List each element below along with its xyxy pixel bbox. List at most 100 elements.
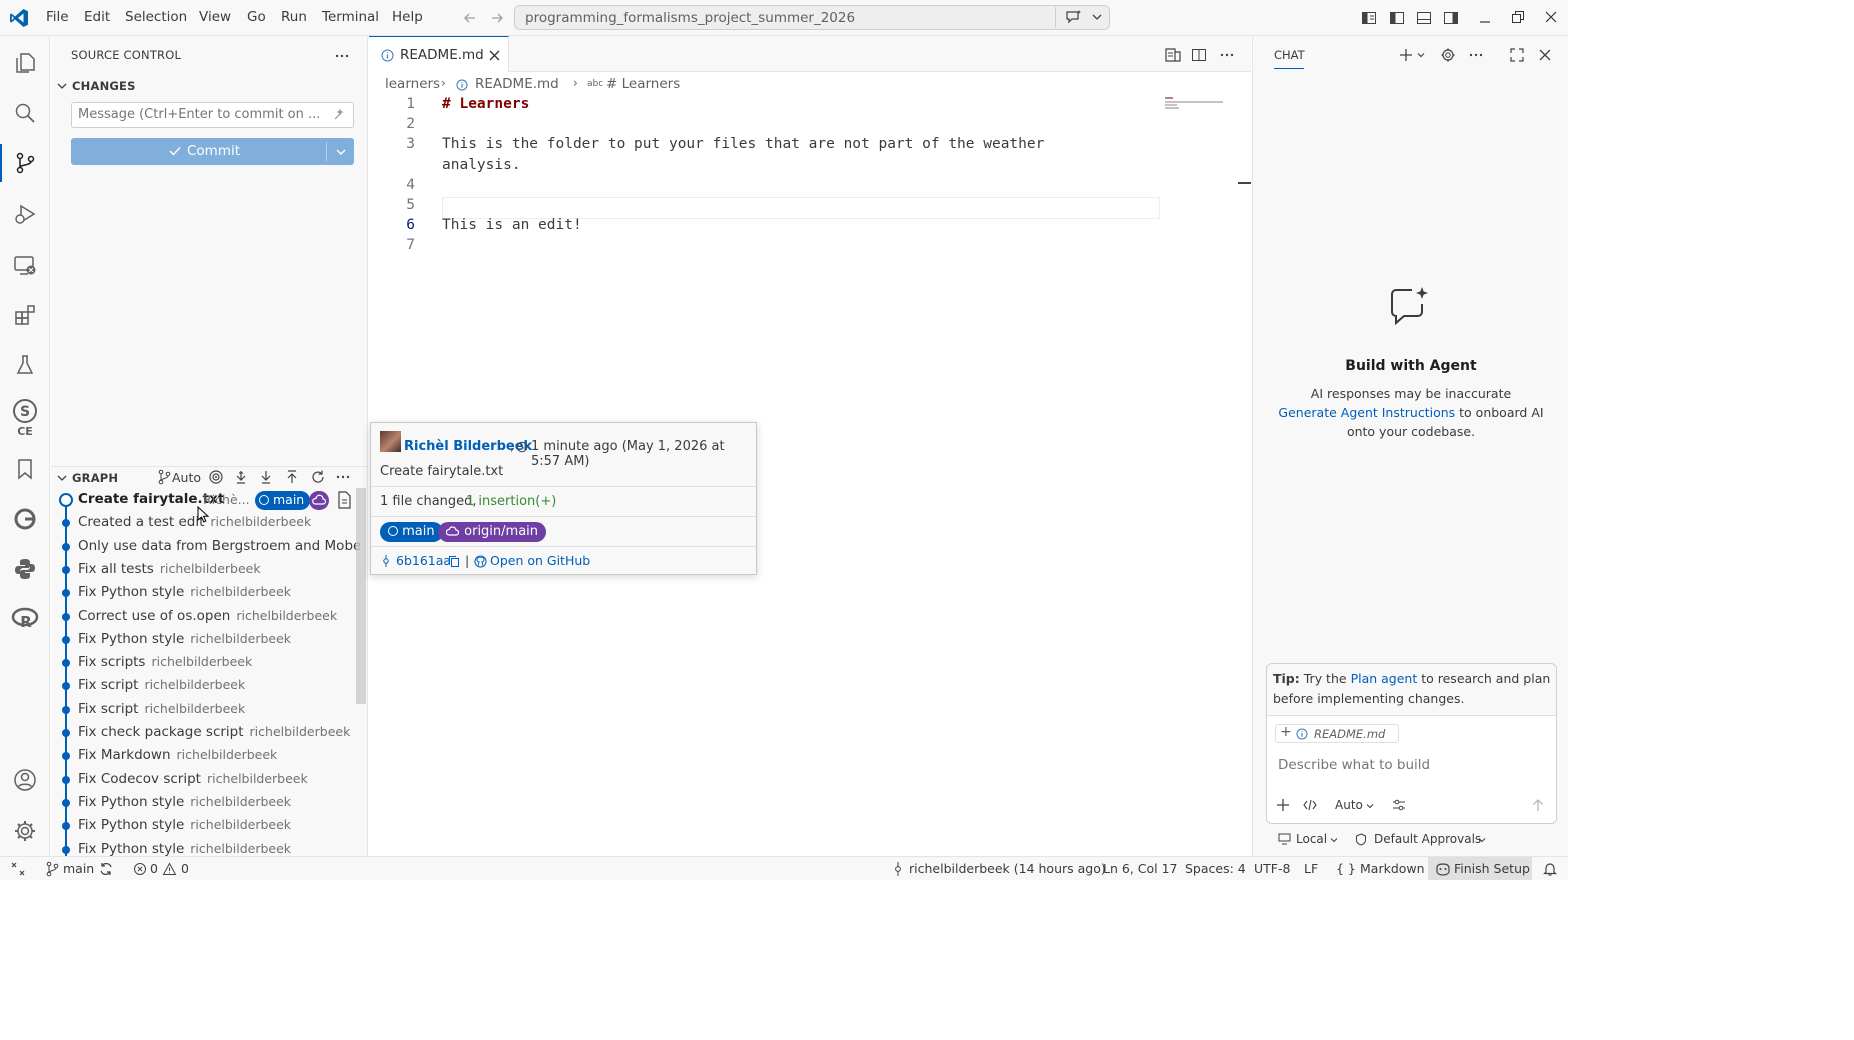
bookmarks-icon[interactable]: [10, 454, 40, 484]
push-icon[interactable]: [284, 469, 300, 485]
model-picker[interactable]: Auto: [1335, 798, 1363, 812]
graph-row[interactable]: Fix Markdown richelbilderbeek: [55, 744, 360, 767]
graph-row[interactable]: Fix scripts richelbilderbeek: [55, 651, 360, 674]
more-actions-icon[interactable]: [335, 469, 351, 485]
graph-auto-label[interactable]: Auto: [172, 470, 201, 485]
forward-arrow-icon[interactable]: [489, 10, 505, 26]
manage-gear-icon[interactable]: [10, 816, 40, 846]
error-count[interactable]: 0: [150, 861, 158, 876]
customize-layout-icon[interactable]: [1361, 10, 1377, 26]
sce-extension-icon[interactable]: S CE: [10, 398, 40, 438]
chevron-down-icon[interactable]: [1477, 835, 1487, 845]
code-editor[interactable]: 1 # Learners 2 3 This is the folder to put y…: [369, 96, 1160, 276]
chevron-down-icon[interactable]: [1365, 801, 1375, 811]
git-blame[interactable]: richelbilderbeek (14 hours ago): [909, 861, 1106, 876]
split-editor-icon[interactable]: [1191, 47, 1207, 63]
commit-hash-link[interactable]: 6b161aa: [396, 553, 451, 568]
remote-indicator-icon[interactable]: [10, 861, 26, 877]
toggle-panel-icon[interactable]: [1416, 10, 1432, 26]
end-of-line[interactable]: LF: [1304, 861, 1318, 876]
new-chat-plus-icon[interactable]: [1398, 47, 1414, 63]
chevron-down-icon[interactable]: [1329, 835, 1339, 845]
local-computer-icon[interactable]: [1278, 833, 1291, 845]
source-control-icon[interactable]: [10, 148, 40, 178]
menu-selection[interactable]: Selection: [125, 9, 187, 25]
back-arrow-icon[interactable]: [462, 10, 478, 26]
graph-row[interactable]: Fix script richelbilderbeek: [55, 674, 360, 697]
chat-tab[interactable]: CHAT: [1274, 48, 1305, 62]
graph-row[interactable]: Fix Python style richelbilderbeek: [55, 838, 360, 856]
graph-row[interactable]: Fix Python style richelbilderbeek: [55, 581, 360, 604]
tools-icon[interactable]: [1392, 798, 1406, 812]
graph-row[interactable]: Correct use of os.open richelbilderbeek: [55, 605, 360, 628]
chevron-down-icon[interactable]: [1416, 50, 1426, 60]
breadcrumb-file[interactable]: README.md: [475, 76, 559, 92]
branch-name[interactable]: main: [63, 861, 94, 876]
context-attachment[interactable]: + README.md: [1275, 724, 1399, 743]
remote-explorer-icon[interactable]: [10, 250, 40, 280]
open-changes-icon[interactable]: [1164, 47, 1182, 63]
encoding[interactable]: UTF-8: [1254, 861, 1290, 876]
account-icon[interactable]: [10, 765, 40, 795]
menu-help[interactable]: Help: [392, 9, 423, 25]
menu-run[interactable]: Run: [281, 9, 307, 25]
chat-sparkle-icon[interactable]: [1065, 9, 1083, 25]
file-icon[interactable]: [336, 491, 352, 509]
graph-branch-icon[interactable]: [157, 469, 171, 485]
chevron-down-icon[interactable]: [55, 79, 69, 93]
menu-terminal[interactable]: Terminal: [322, 9, 379, 25]
bell-icon[interactable]: [1543, 861, 1557, 877]
tab-readme[interactable]: README.md: [369, 36, 509, 72]
search-icon[interactable]: [10, 98, 40, 128]
commit-message-input[interactable]: [78, 107, 328, 122]
run-debug-icon[interactable]: [10, 199, 40, 229]
indentation[interactable]: Spaces: 4: [1185, 861, 1246, 876]
close-window-icon[interactable]: [1543, 9, 1559, 25]
scrollbar-thumb[interactable]: [356, 488, 366, 704]
finish-setup-button[interactable]: Finish Setup: [1428, 857, 1532, 880]
testing-flask-icon[interactable]: [10, 350, 40, 380]
agent-mode-icon[interactable]: [1303, 798, 1317, 812]
local-label[interactable]: Local: [1296, 832, 1327, 846]
menu-file[interactable]: File: [46, 9, 69, 25]
close-icon[interactable]: [1537, 47, 1553, 63]
generate-instructions-link[interactable]: Generate Agent Instructions: [1278, 405, 1455, 420]
commit-message-field[interactable]: [71, 102, 354, 128]
more-actions-icon[interactable]: [1219, 47, 1235, 63]
changes-header[interactable]: CHANGES: [72, 79, 136, 93]
toggle-secondary-sidebar-icon[interactable]: [1443, 10, 1459, 26]
shield-icon[interactable]: [1355, 833, 1367, 846]
plus-icon[interactable]: +: [1280, 724, 1292, 740]
toggle-primary-sidebar-icon[interactable]: [1389, 10, 1405, 26]
minimize-icon[interactable]: [1477, 10, 1493, 26]
menu-go[interactable]: Go: [247, 9, 266, 25]
refresh-icon[interactable]: [310, 469, 326, 485]
graph-row[interactable]: Fix check package script richelbilderbeek: [55, 721, 360, 744]
warning-icon[interactable]: [162, 862, 177, 876]
github-icon[interactable]: [474, 555, 487, 568]
warning-count[interactable]: 0: [181, 861, 189, 876]
chevron-down-icon[interactable]: [55, 471, 69, 485]
pull-icon[interactable]: [258, 469, 274, 485]
approvals-label[interactable]: Default Approvals: [1374, 832, 1481, 846]
plan-agent-link[interactable]: Plan agent: [1351, 671, 1418, 686]
graph-row[interactable]: Fix Python style richelbilderbeek: [55, 628, 360, 651]
graph-header[interactable]: GRAPH: [72, 471, 118, 485]
braces-icon[interactable]: { }: [1336, 861, 1356, 876]
maximize-icon[interactable]: [1509, 47, 1525, 63]
sparkle-icon[interactable]: [332, 108, 346, 122]
error-icon[interactable]: [133, 862, 147, 876]
r-language-icon[interactable]: R: [10, 604, 40, 634]
git-branch-icon[interactable]: [45, 861, 59, 877]
extensions-icon[interactable]: [10, 300, 40, 330]
more-actions-icon[interactable]: [334, 48, 350, 64]
more-actions-icon[interactable]: [1468, 47, 1484, 63]
graph-row[interactable]: Fix Python style richelbilderbeek: [55, 791, 360, 814]
chevron-down-icon[interactable]: [334, 145, 348, 159]
restore-icon[interactable]: [1510, 9, 1526, 25]
fetch-icon[interactable]: [233, 469, 249, 485]
python-icon[interactable]: [10, 554, 40, 584]
send-arrow-icon[interactable]: [1531, 798, 1545, 812]
gitlens-icon[interactable]: [10, 504, 40, 534]
add-context-plus-icon[interactable]: [1276, 798, 1290, 812]
